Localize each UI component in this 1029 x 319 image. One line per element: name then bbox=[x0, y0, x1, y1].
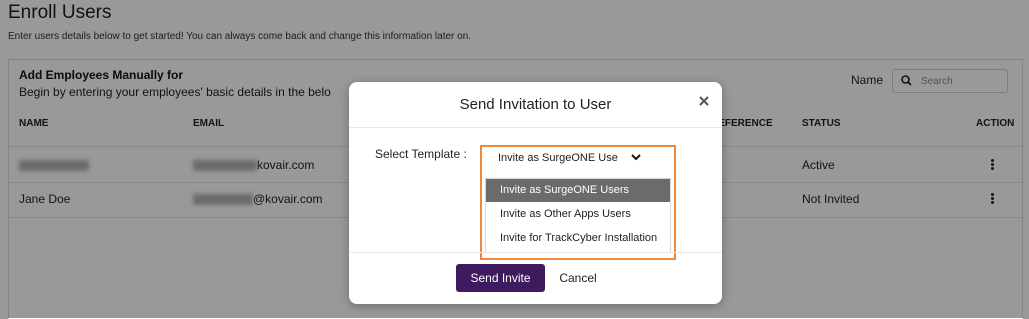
close-icon bbox=[699, 96, 709, 106]
template-select[interactable]: Invite as SurgeONE Use bbox=[484, 148, 641, 167]
close-button[interactable] bbox=[697, 94, 711, 108]
chevron-down-icon bbox=[631, 154, 641, 161]
modal-header-divider bbox=[349, 127, 722, 128]
option-label: Invite as SurgeONE Users bbox=[500, 184, 629, 196]
modal-footer-divider bbox=[349, 252, 722, 253]
option-surgeone-users[interactable]: Invite as SurgeONE Users bbox=[486, 179, 670, 202]
cancel-button[interactable]: Cancel bbox=[552, 264, 604, 292]
option-label: Invite for TrackCyber Installation bbox=[500, 232, 658, 244]
template-select-value: Invite as SurgeONE Use bbox=[498, 152, 618, 164]
select-template-label: Select Template : bbox=[375, 147, 467, 161]
modal-title: Send Invitation to User bbox=[459, 96, 612, 113]
template-dropdown-list: Invite as SurgeONE Users Invite as Other… bbox=[485, 178, 671, 253]
option-trackcyber-installation[interactable]: Invite for TrackCyber Installation bbox=[486, 227, 670, 250]
option-other-apps-users[interactable]: Invite as Other Apps Users bbox=[486, 203, 670, 226]
option-label: Invite as Other Apps Users bbox=[500, 208, 631, 220]
send-invite-button[interactable]: Send Invite bbox=[456, 264, 545, 292]
send-invitation-modal: Send Invitation to User Select Template … bbox=[349, 82, 722, 304]
